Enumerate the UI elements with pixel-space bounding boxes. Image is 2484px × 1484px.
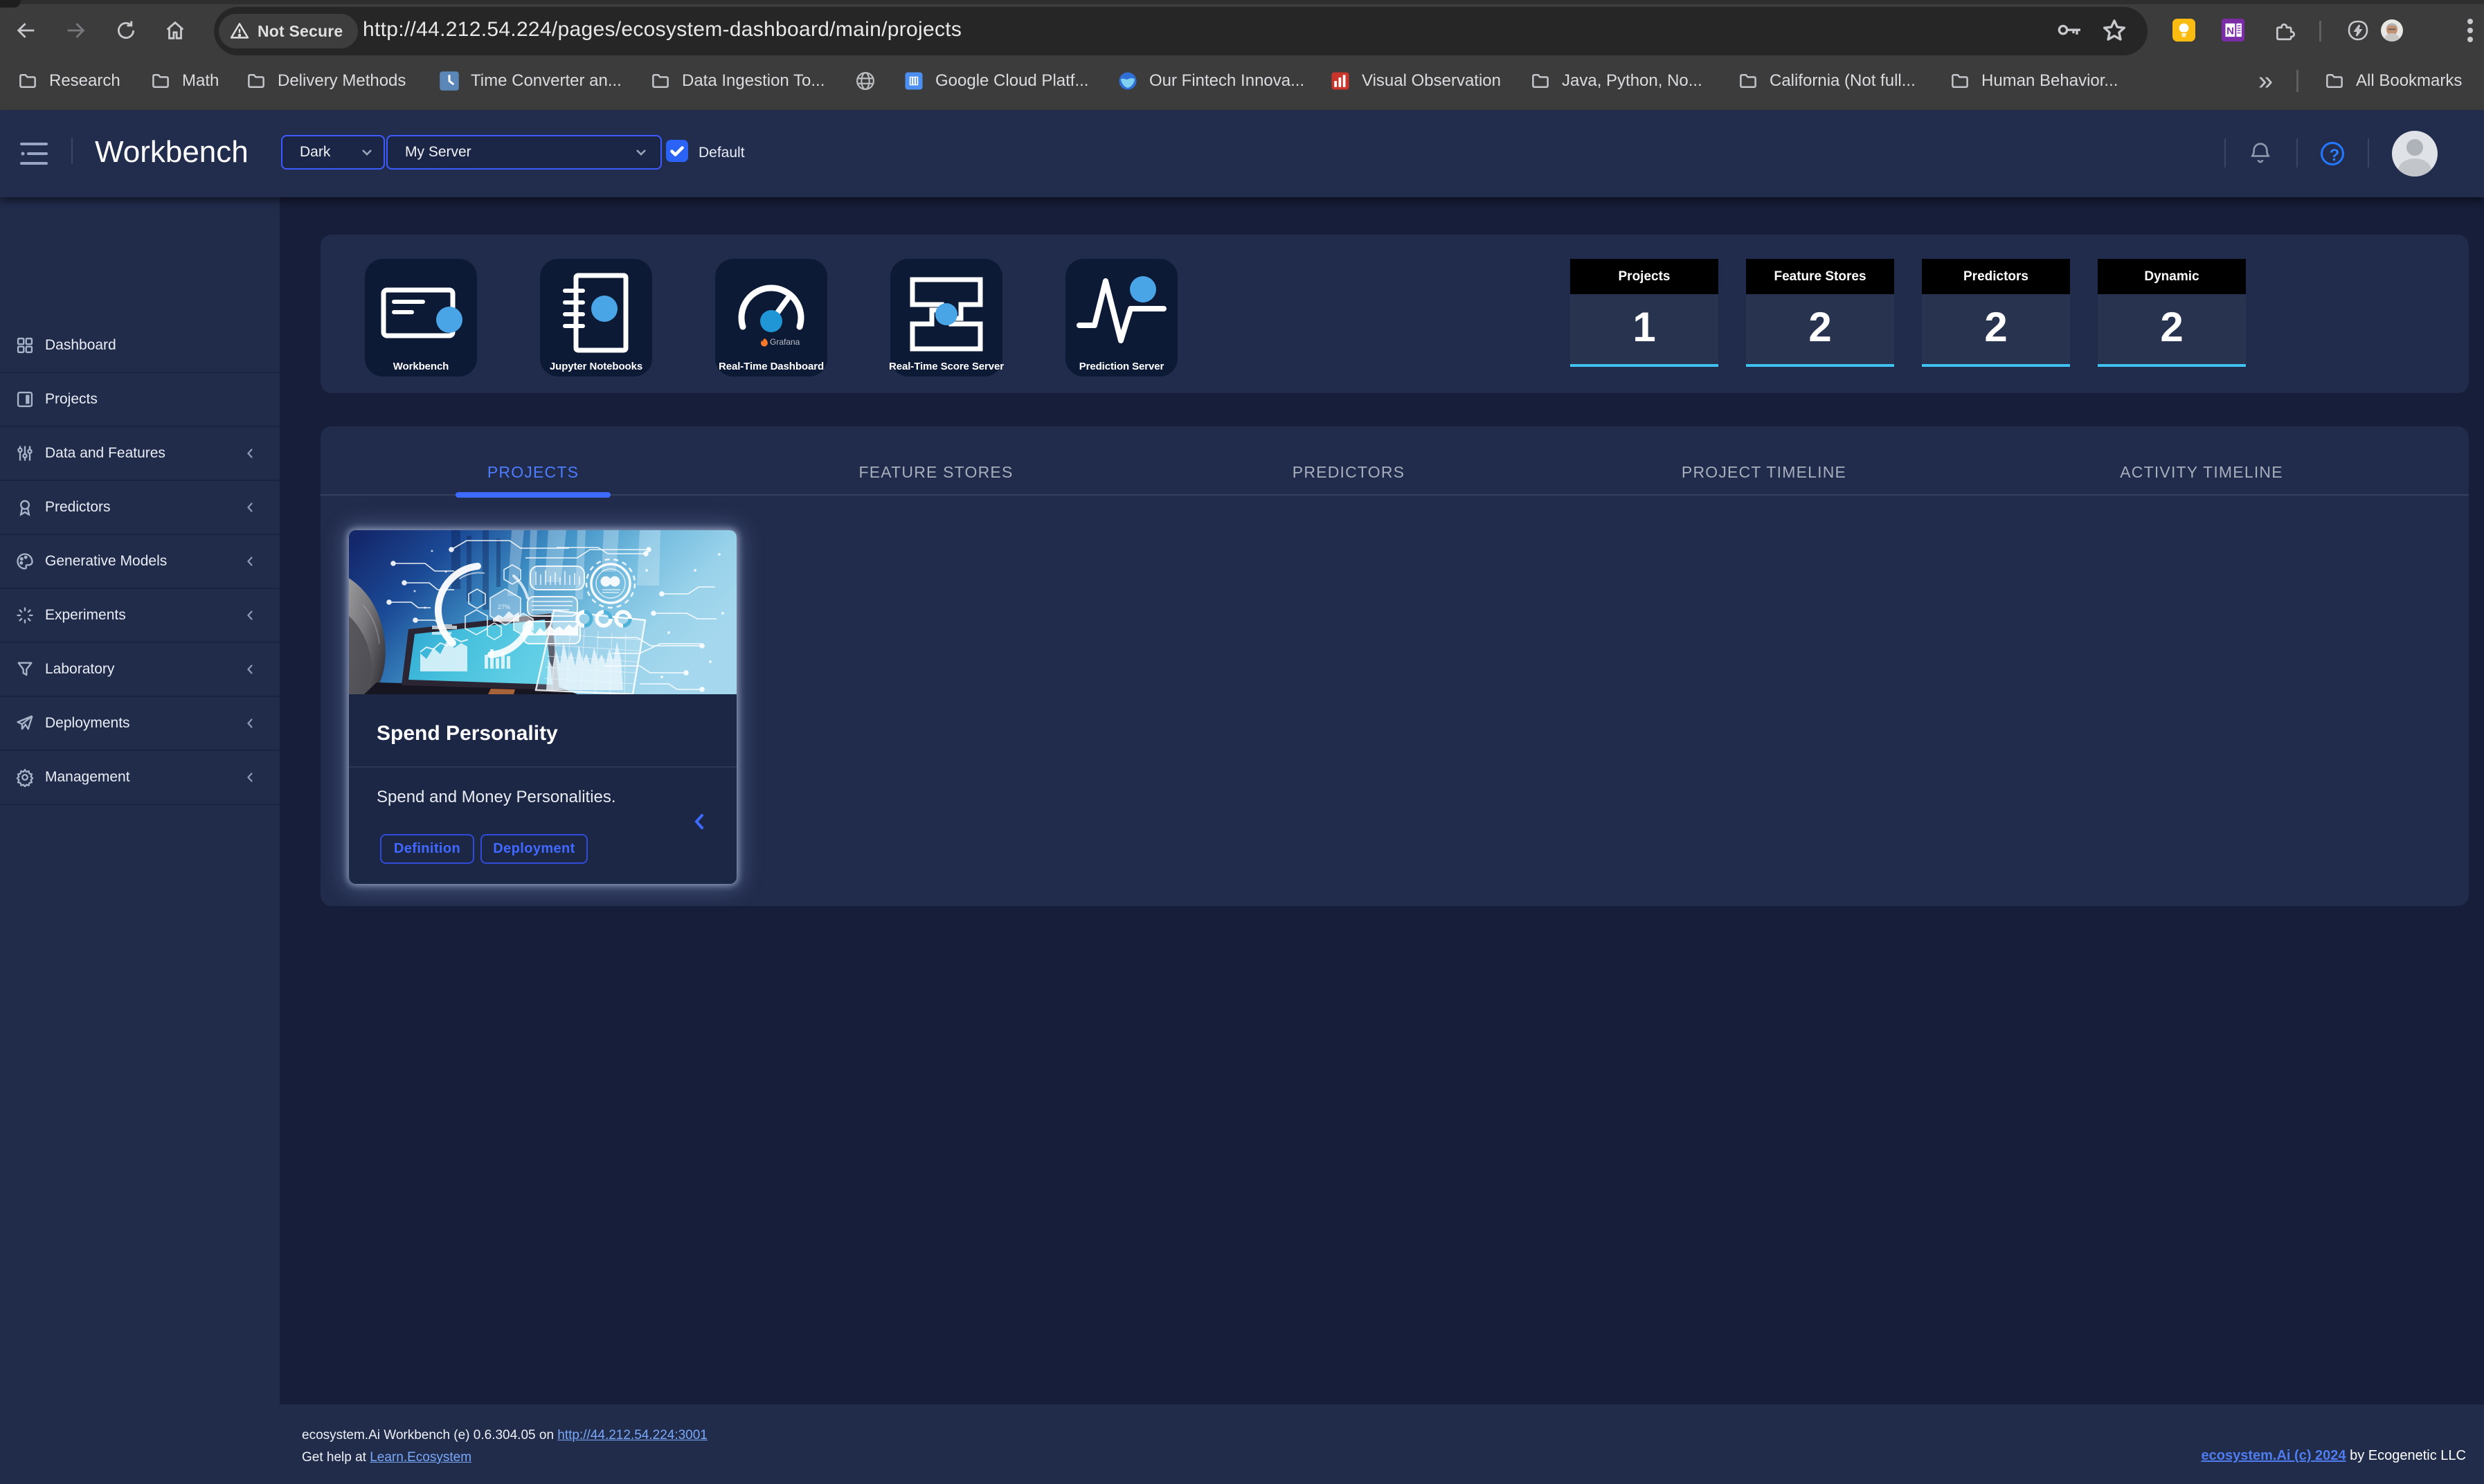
svg-text:N: N	[2226, 26, 2234, 37]
svg-text:Grafana: Grafana	[770, 337, 800, 347]
svg-text:27%: 27%	[498, 604, 510, 610]
